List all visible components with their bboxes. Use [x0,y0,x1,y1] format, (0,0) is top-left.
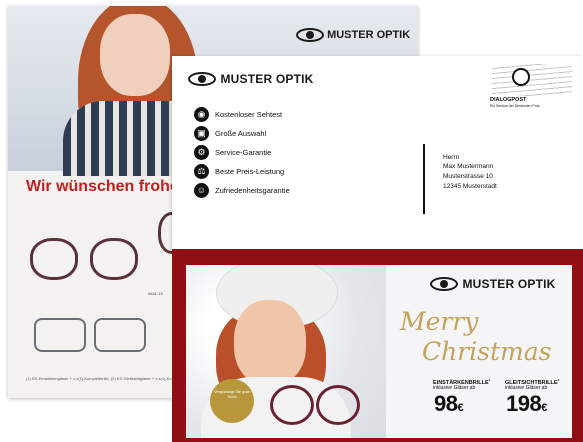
glasses-left-lens [270,385,314,425]
logo-eye-icon [430,276,458,291]
face-shape [234,300,306,386]
feature-item: ▣ Große Auswahl [194,125,266,141]
shop-icon: ▣ [194,125,209,141]
glasses2-right-lens [94,318,146,352]
eye-icon: ◉ [194,106,209,122]
christmas-card: Vergünstigt Sie gute Sicht MUSTER OPTIK … [172,249,583,442]
flyer-brand: MUSTER OPTIK [296,28,410,42]
offer-price: 98€ [434,391,464,416]
address-divider [423,144,425,214]
glasses2-left-lens [34,318,86,352]
service-icon: ⚙ [194,144,209,160]
mailer-logo: MUSTER OPTIK [188,70,314,88]
address-salutation: Herrn [443,154,460,161]
feature-item: ⚙ Service-Garantie [194,144,271,160]
logo-eye-icon [188,71,216,86]
card-inner: Vergünstigt Sie gute Sicht MUSTER OPTIK … [186,265,572,438]
flyer-footnote: (1) KS-Einstärkengläser + x,x(1)-Komplet… [26,376,191,381]
glasses-right-lens [316,385,360,425]
offer-price: 198€ [506,391,547,416]
model-label: 0641-15 [148,291,163,296]
address-street: Musterstrasse 10 [443,173,493,180]
greeting-christmas: Christmas [422,337,552,366]
feature-item: ⚖ Beste Preis-Leistung [194,163,284,179]
postage-title: DIALOGPOST [490,97,527,103]
address-city: 12345 Musterstadt [443,183,497,190]
feature-item: ◉ Kostenloser Sehtest [194,106,282,122]
smile-icon: ☺ [194,182,209,198]
gold-badge: Vergünstigt Sie gute Sicht [210,379,254,423]
glasses-left-lens [30,238,78,280]
address-name: Max Mustermann [443,163,494,170]
card-logo: MUSTER OPTIK [430,275,556,293]
face-shape [100,14,170,96]
mailer-envelope: MUSTER OPTIK ◉ Kostenloser Sehtest ▣ Gro… [172,56,583,250]
feature-item: ☺ Zufriedenheitsgarantie [194,182,290,198]
greeting-merry: Merry [400,307,479,336]
glasses-right-lens [90,238,138,280]
postmark-lines [492,64,572,96]
scale-icon: ⚖ [194,163,209,179]
logo-eye-icon [296,28,324,42]
postage-subtitle: Ein Service der Deutschen Post [490,104,540,108]
post-horn-icon [512,68,530,86]
